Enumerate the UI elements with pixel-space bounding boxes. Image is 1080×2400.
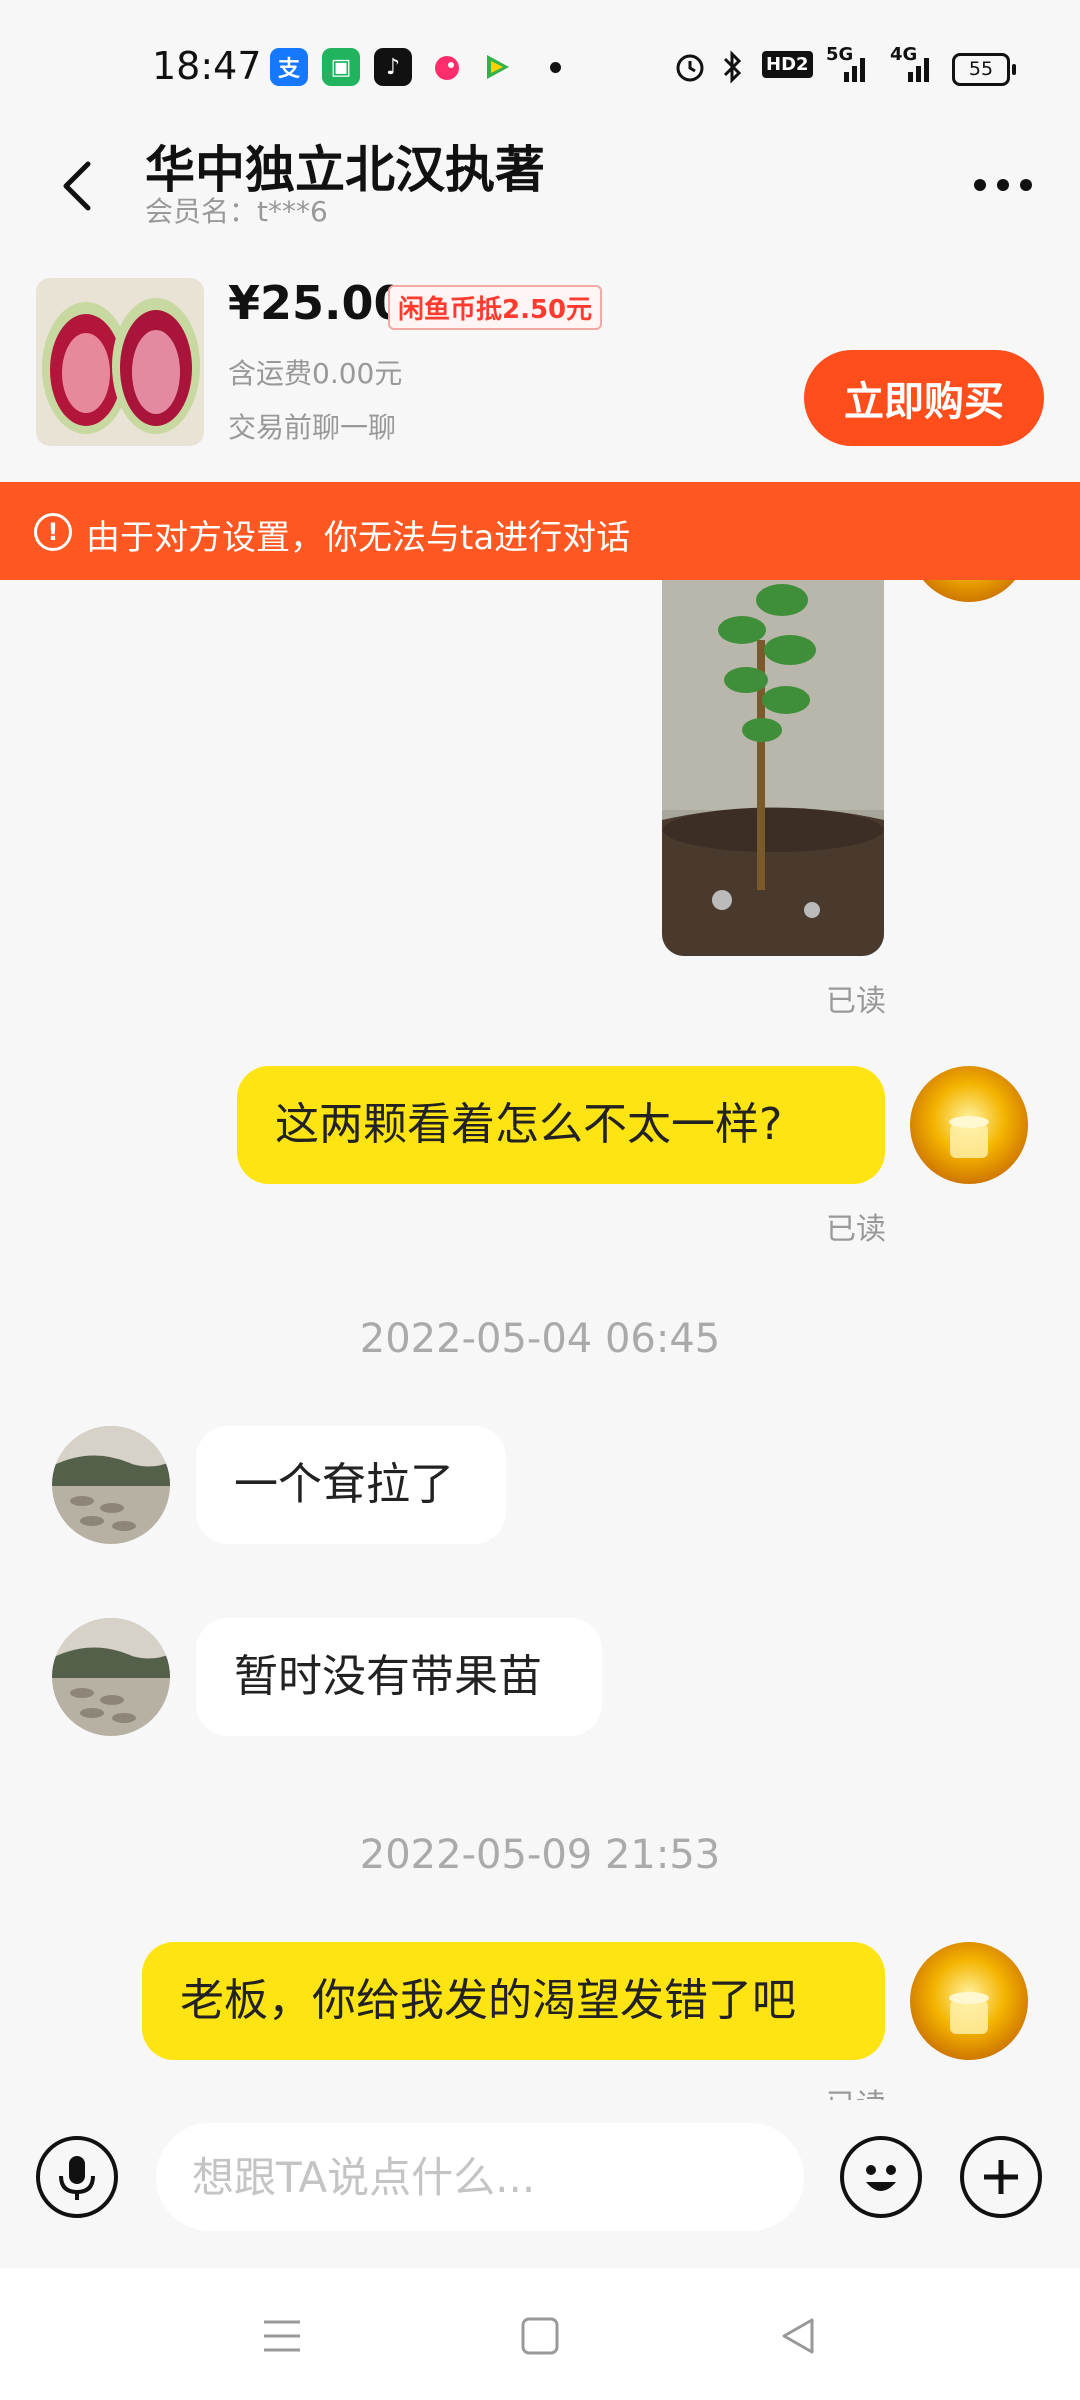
member-name: 会员名：t***6 [145, 195, 328, 228]
video-app-icon [478, 48, 516, 86]
product-card[interactable]: ¥25.00 闲鱼币抵2.50元 含运费0.00元 交易前聊一聊 立即购买 [0, 260, 1080, 482]
battery-indicator: 55 [952, 53, 1016, 86]
read-receipt: 已读 [826, 984, 886, 1019]
shipping-fee: 含运费0.00元 [228, 357, 403, 390]
back-arrow-icon[interactable] [52, 150, 112, 220]
seller-message-bubble[interactable]: 暂时没有带果苗 [196, 1618, 602, 1736]
notice-text: 由于对方设置，你无法与ta进行对话 [86, 518, 631, 558]
seller-avatar[interactable] [52, 1426, 170, 1544]
seller-avatar[interactable] [52, 1618, 170, 1736]
sent-photo[interactable] [662, 580, 884, 956]
signal-4g-icon [894, 52, 934, 88]
emoji-icon[interactable] [840, 2136, 922, 2218]
product-price: ¥25.00 [228, 276, 406, 330]
product-thumbnail[interactable] [36, 278, 204, 446]
input-bar [0, 2100, 1080, 2268]
back-triangle-icon[interactable] [778, 2316, 818, 2360]
seller-message-bubble[interactable]: 一个耷拉了 [196, 1426, 506, 1544]
notification-dot [550, 62, 561, 73]
system-navigation-bar [0, 2268, 1080, 2400]
my-avatar[interactable] [910, 580, 1028, 602]
my-avatar[interactable] [910, 1942, 1028, 2060]
status-time: 18:47 [152, 44, 262, 88]
coin-discount-badge: 闲鱼币抵2.50元 [388, 285, 603, 330]
hd-icon: HD2 [762, 51, 813, 78]
chat-header: 华中独立北汉执著 会员名：t***6 [0, 130, 1080, 260]
message-input[interactable] [156, 2123, 804, 2231]
read-receipt: 已读 [826, 2080, 886, 2100]
alarm-icon [673, 50, 707, 88]
status-bar: 18:47 支 ▣ ♪ HD2 5G 4G 55 [0, 0, 1080, 130]
warning-icon: ! [34, 513, 72, 551]
signal-5g-icon [830, 52, 870, 88]
my-message-bubble[interactable]: 老板，你给我发的渴望发错了吧 [142, 1942, 885, 2060]
microphone-icon[interactable] [36, 2136, 118, 2218]
restriction-notice: ! 由于对方设置，你无法与ta进行对话 [0, 482, 1080, 580]
alipay-icon: 支 [270, 48, 308, 86]
more-icon[interactable] [970, 170, 1040, 200]
shopping-bag-icon: ▣ [322, 48, 360, 86]
plus-icon[interactable] [960, 2136, 1042, 2218]
bird-app-icon [428, 48, 466, 86]
chat-before-trade: 交易前聊一聊 [228, 411, 397, 444]
message-list[interactable]: 已读 这两颗看着怎么不太一样? 已读 2022-05-04 06:45 一个耷拉… [0, 580, 1080, 2100]
my-avatar[interactable] [910, 1066, 1028, 1184]
bluetooth-icon [720, 50, 744, 88]
message-timestamp: 2022-05-09 21:53 [359, 1832, 721, 1878]
tiktok-icon: ♪ [374, 48, 412, 86]
read-receipt: 已读 [826, 1212, 886, 1247]
home-icon[interactable] [520, 2316, 560, 2360]
menu-icon[interactable] [262, 2316, 302, 2360]
message-timestamp: 2022-05-04 06:45 [359, 1316, 721, 1362]
my-message-bubble[interactable]: 这两颗看着怎么不太一样? [237, 1066, 885, 1184]
buy-now-button[interactable]: 立即购买 [804, 350, 1044, 446]
